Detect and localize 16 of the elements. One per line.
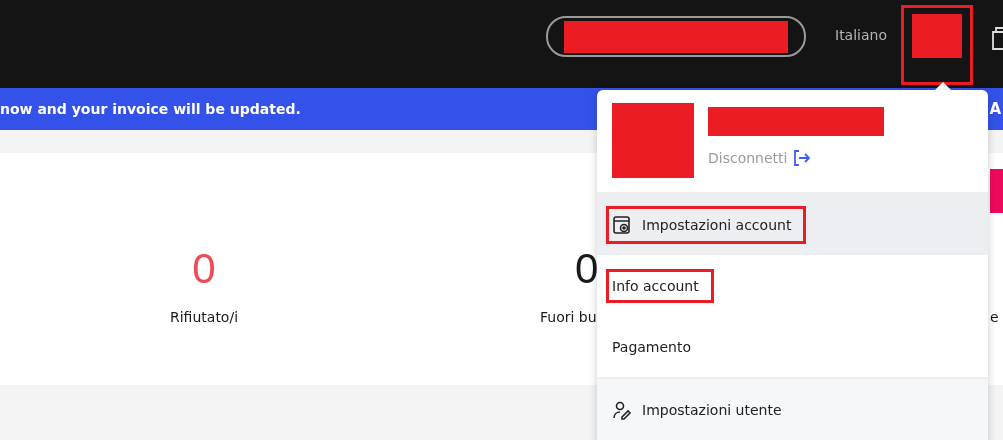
menu-item[interactable]: Impostazioni account bbox=[597, 194, 988, 255]
user-edit-icon bbox=[612, 399, 632, 420]
settings-icon bbox=[612, 214, 632, 235]
banner-text: now and your invoice will be updated. bbox=[0, 101, 301, 117]
menu-item[interactable]: Pagamento bbox=[597, 316, 988, 377]
search-pill[interactable] bbox=[546, 16, 806, 57]
stat-label: Fuori bu bbox=[540, 309, 597, 325]
stat-value: 0 bbox=[192, 247, 216, 291]
stat-label: Rifiutato/i bbox=[170, 309, 239, 325]
stat-label: e bbox=[990, 309, 999, 325]
menu-item[interactable]: Info account bbox=[597, 255, 988, 316]
banner-link[interactable]: A bbox=[989, 100, 1001, 118]
logout-icon bbox=[793, 150, 812, 166]
stat-value: 0 bbox=[575, 247, 599, 291]
language-selector[interactable]: Italiano bbox=[835, 27, 887, 43]
briefcase-icon[interactable] bbox=[990, 24, 1003, 52]
